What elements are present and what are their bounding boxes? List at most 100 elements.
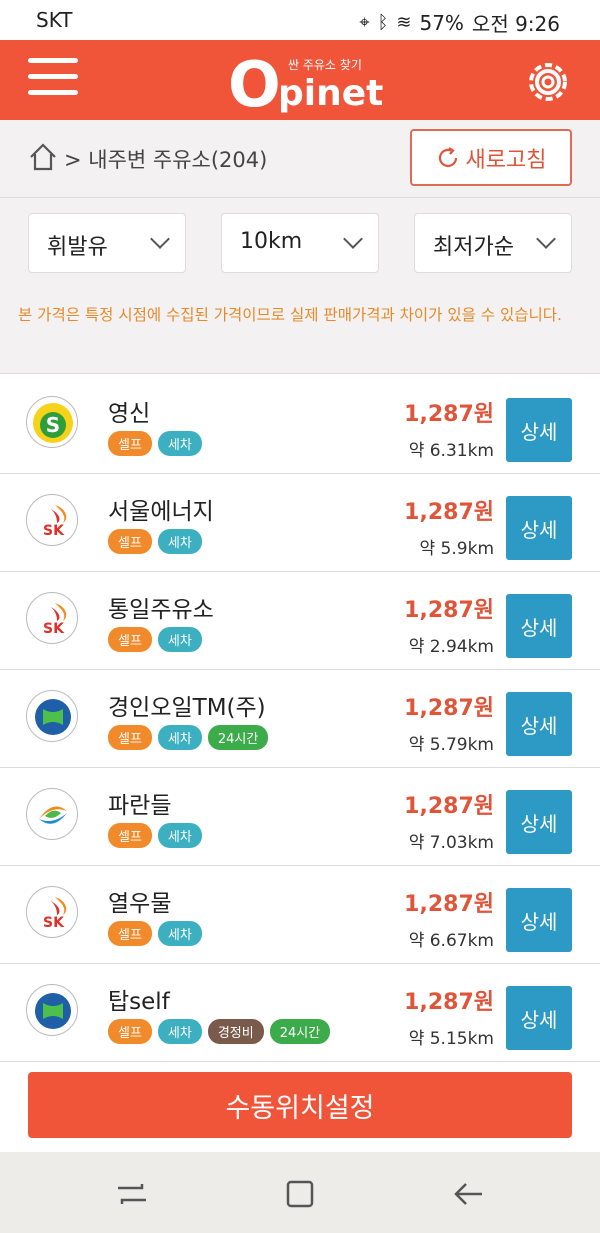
station-price: 1,287원 <box>404 500 494 525</box>
station-price: 1,287원 <box>404 990 494 1015</box>
station-row[interactable]: 파란들 셀프 세차 1,287원 약 7.03km 상세 <box>0 768 600 866</box>
wifi-icon: ≋ <box>396 12 412 33</box>
breadcrumb: > 내주변 주유소(204) 새로고침 <box>0 120 600 198</box>
station-row[interactable]: 탑self 셀프 세차 경정비 24시간 1,287원 약 5.15km 상세 <box>0 964 600 1062</box>
station-badge: 셀프 <box>108 725 152 750</box>
refresh-icon <box>438 146 457 167</box>
station-badge: 셀프 <box>108 1019 152 1044</box>
station-name: 탑self <box>108 989 170 1015</box>
brand-logo-icon: S <box>26 396 78 448</box>
menu-icon[interactable] <box>28 58 78 100</box>
station-name: 영신 <box>108 401 151 427</box>
sort-value: 최저가순 <box>433 235 514 260</box>
station-name: 파란들 <box>108 793 172 819</box>
svg-text:SK: SK <box>43 523 65 539</box>
station-badges: 셀프 세차 <box>108 627 202 652</box>
station-badge: 세차 <box>157 431 202 456</box>
recents-icon[interactable] <box>112 1174 152 1214</box>
station-badge: 셀프 <box>108 627 152 652</box>
filter-bar: 휘발유 10km 최저가순 <box>0 198 600 286</box>
station-badges: 셀프 세차 24시간 <box>108 725 269 750</box>
svg-text:SK: SK <box>43 915 65 931</box>
refresh-label: 새로고침 <box>465 147 547 173</box>
opinet-logo: O 싼 주유소 찾기 pinet <box>228 46 383 121</box>
fuel-value: 휘발유 <box>47 235 108 260</box>
logo-letter: O <box>228 48 281 121</box>
station-badges: 셀프 세차 <box>108 823 202 848</box>
station-row[interactable]: SK 통일주유소 셀프 세차 1,287원 약 2.94km 상세 <box>0 572 600 670</box>
detail-button[interactable]: 상세 <box>506 986 572 1050</box>
station-distance: 약 5.15km <box>408 1029 494 1049</box>
station-badge: 셀프 <box>108 921 152 946</box>
brand-logo-icon <box>26 788 78 840</box>
station-distance: 약 6.67km <box>408 931 494 951</box>
station-price: 1,287원 <box>404 598 494 623</box>
refresh-button[interactable]: 새로고침 <box>410 129 572 186</box>
status-icons: ⌖ ᛒ ≋ 57% 오전 9:26 <box>359 8 560 37</box>
station-distance: 약 7.03km <box>408 833 494 853</box>
station-badge: 24시간 <box>269 1019 331 1044</box>
station-distance: 약 5.9km <box>419 539 494 559</box>
back-icon[interactable] <box>448 1174 488 1214</box>
logo-tagline: 싼 주유소 찾기 <box>288 58 362 72</box>
station-badge: 24시간 <box>207 725 269 750</box>
brand-logo-icon <box>26 690 78 742</box>
battery-label: 57% <box>419 10 464 35</box>
station-badge: 셀프 <box>108 431 152 456</box>
price-notice: 본 가격은 특정 시점에 수집된 가격이므로 실제 판매가격과 차이가 있을 수… <box>0 286 600 374</box>
station-badge: 셀프 <box>108 823 152 848</box>
station-row[interactable]: SK 서울에너지 셀프 세차 1,287원 약 5.9km 상세 <box>0 474 600 572</box>
station-badges: 셀프 세차 <box>108 921 202 946</box>
clock-label: 오전 9:26 <box>471 12 560 36</box>
station-price: 1,287원 <box>404 402 494 427</box>
detail-button[interactable]: 상세 <box>506 496 572 560</box>
station-badge: 경정비 <box>207 1019 264 1044</box>
station-distance: 약 5.79km <box>408 735 494 755</box>
system-nav-bar <box>0 1152 600 1233</box>
detail-button[interactable]: 상세 <box>506 790 572 854</box>
sort-select[interactable]: 최저가순 <box>414 213 572 273</box>
station-badge: 세차 <box>157 529 202 554</box>
brand-logo-icon: SK <box>26 592 78 644</box>
station-row[interactable]: S 영신 셀프 세차 1,287원 약 6.31km 상세 <box>0 376 600 474</box>
status-bar: SKT ⌖ ᛒ ≋ 57% 오전 9:26 <box>0 0 600 40</box>
station-name: 서울에너지 <box>108 499 214 525</box>
brand-logo-icon <box>26 984 78 1036</box>
detail-button[interactable]: 상세 <box>506 692 572 756</box>
bluetooth-icon: ᛒ <box>377 12 389 33</box>
station-badge: 세차 <box>157 627 202 652</box>
station-badge: 셀프 <box>108 529 152 554</box>
brand-logo-icon: SK <box>26 886 78 938</box>
station-badge: 세차 <box>157 1019 202 1044</box>
station-badges: 셀프 세차 <box>108 431 202 456</box>
detail-button[interactable]: 상세 <box>506 594 572 658</box>
chevron-down-icon <box>536 229 556 249</box>
station-row[interactable]: SK 열우물 셀프 세차 1,287원 약 6.67km 상세 <box>0 866 600 964</box>
home-button-icon[interactable] <box>280 1174 320 1214</box>
station-price: 1,287원 <box>404 696 494 721</box>
chevron-down-icon <box>343 229 363 249</box>
station-badges: 셀프 세차 경정비 24시간 <box>108 1019 331 1044</box>
brand-logo-icon: SK <box>26 494 78 546</box>
station-row[interactable]: 경인오일TM(주) 셀프 세차 24시간 1,287원 약 5.79km 상세 <box>0 670 600 768</box>
radius-value: 10km <box>240 229 303 254</box>
detail-button[interactable]: 상세 <box>506 888 572 952</box>
station-distance: 약 6.31km <box>408 441 494 461</box>
station-badge: 세차 <box>157 823 202 848</box>
station-badge: 세차 <box>157 725 202 750</box>
station-name: 경인오일TM(주) <box>108 695 266 721</box>
home-icon[interactable] <box>28 142 58 172</box>
chevron-down-icon <box>150 229 170 249</box>
manual-location-button[interactable]: 수동위치설정 <box>28 1072 572 1138</box>
breadcrumb-text: > 내주변 주유소(204) <box>64 148 268 172</box>
settings-gear-icon[interactable] <box>522 58 574 106</box>
fuel-select[interactable]: 휘발유 <box>28 213 186 273</box>
svg-text:SK: SK <box>43 621 65 637</box>
radius-select[interactable]: 10km <box>221 213 379 273</box>
logo-word: pinet <box>278 73 384 114</box>
location-icon: ⌖ <box>359 12 370 33</box>
carrier-label: SKT <box>36 8 73 32</box>
station-name: 통일주유소 <box>108 597 214 623</box>
station-price: 1,287원 <box>404 892 494 917</box>
detail-button[interactable]: 상세 <box>506 398 572 462</box>
